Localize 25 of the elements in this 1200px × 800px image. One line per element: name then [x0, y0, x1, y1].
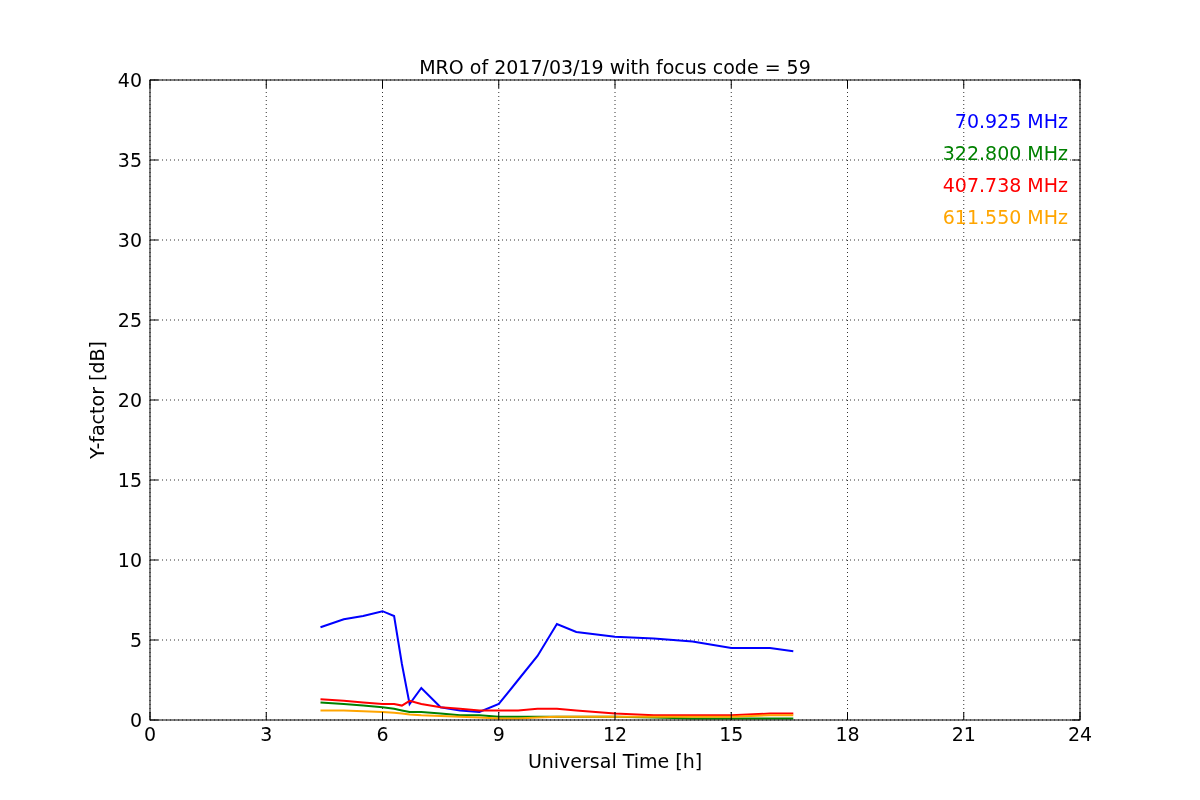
- x-tick-label: 12: [602, 723, 628, 745]
- x-tick-label: 15: [719, 723, 744, 745]
- y-tick-label: 20: [117, 389, 142, 411]
- y-axis-label: Y-factor [dB]: [86, 341, 108, 459]
- x-tick-label: 24: [1067, 723, 1093, 745]
- y-tick-label: 10: [117, 549, 142, 571]
- x-tick-label: 6: [376, 723, 389, 745]
- y-tick-label: 5: [129, 629, 142, 651]
- legend-label: 322.800 MHz: [942, 142, 1068, 164]
- y-tick-label: 40: [117, 69, 142, 91]
- x-tick-label: 0: [143, 723, 157, 745]
- y-tick-label: 15: [117, 469, 142, 491]
- y-tick-label: 35: [117, 149, 142, 171]
- x-tick-label: 21: [951, 723, 976, 745]
- y-tick-label: 0: [129, 709, 142, 731]
- x-tick-label: 18: [835, 723, 860, 745]
- legend-label: 70.925 MHz: [954, 110, 1068, 132]
- x-tick-label: 9: [492, 723, 505, 745]
- y-tick-label: 30: [117, 229, 142, 251]
- legend-label: 407.738 MHz: [942, 174, 1068, 196]
- x-axis-label: Universal Time [h]: [527, 750, 703, 772]
- y-tick-label: 25: [117, 309, 142, 331]
- chart-title: MRO of 2017/03/19 with focus code = 59: [419, 56, 811, 78]
- x-tick-label: 3: [260, 723, 273, 745]
- legend-label: 611.550 MHz: [942, 206, 1068, 228]
